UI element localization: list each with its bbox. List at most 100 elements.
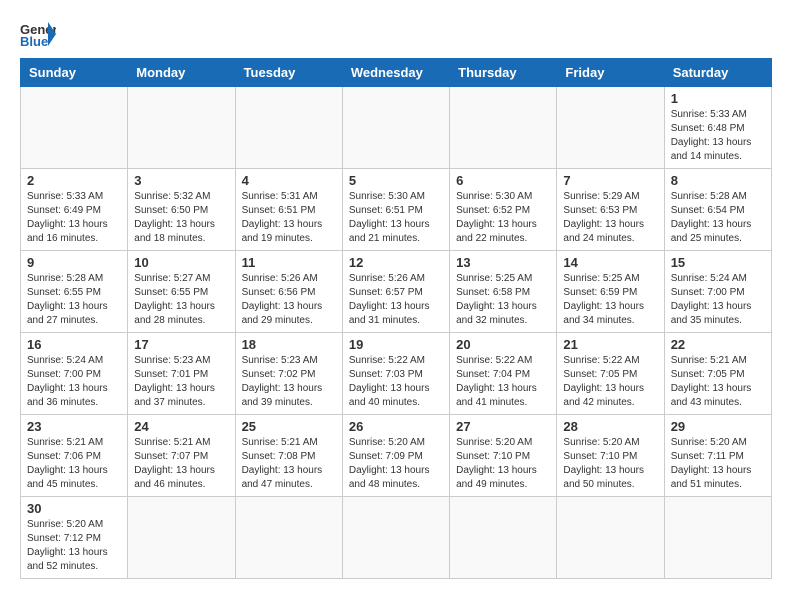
- calendar-cell: 10 Sunrise: 5:27 AM Sunset: 6:55 PM Dayli…: [128, 251, 235, 333]
- calendar-week-row: 1Sunrise: 5:33 AM Sunset: 6:48 PM Daylig…: [21, 87, 772, 169]
- calendar-cell: [342, 497, 449, 579]
- calendar-week-row: 23 Sunrise: 5:21 AM Sunset: 7:06 PM Dayli…: [21, 415, 772, 497]
- day-number: 19: [349, 337, 443, 352]
- day-number: 16: [27, 337, 121, 352]
- day-info: Sunrise: 5:21 AM Sunset: 7:05 PM Dayligh…: [671, 354, 765, 410]
- calendar-cell: [128, 87, 235, 169]
- day-info: Sunrise: 5:24 AM Sunset: 7:00 PM Dayligh…: [671, 272, 765, 328]
- calendar-cell: 4 Sunrise: 5:31 AM Sunset: 6:51 PM Daylig…: [235, 169, 342, 251]
- day-info: Sunrise: 5:26 AM Sunset: 6:56 PM Dayligh…: [242, 272, 336, 328]
- calendar-cell: [450, 87, 557, 169]
- calendar-cell: 26Sunrise: 5:20 AM Sunset: 7:09 PM Dayli…: [342, 415, 449, 497]
- day-number: 4: [242, 173, 336, 188]
- day-info: Sunrise: 5:23 AM Sunset: 7:02 PM Dayligh…: [242, 354, 336, 410]
- calendar-cell: 18 Sunrise: 5:23 AM Sunset: 7:02 PM Dayli…: [235, 333, 342, 415]
- day-info: Sunrise: 5:23 AM Sunset: 7:01 PM Dayligh…: [134, 354, 228, 410]
- calendar-body: 1Sunrise: 5:33 AM Sunset: 6:48 PM Daylig…: [21, 87, 772, 579]
- weekday-header-row: SundayMondayTuesdayWednesdayThursdayFrid…: [21, 59, 772, 87]
- day-info: Sunrise: 5:29 AM Sunset: 6:53 PM Dayligh…: [563, 190, 657, 246]
- logo-icon: General Blue: [20, 20, 56, 48]
- weekday-header-cell: Saturday: [664, 59, 771, 87]
- calendar-week-row: 16 Sunrise: 5:24 AM Sunset: 7:00 PM Dayli…: [21, 333, 772, 415]
- day-number: 14: [563, 255, 657, 270]
- day-info: Sunrise: 5:27 AM Sunset: 6:55 PM Dayligh…: [134, 272, 228, 328]
- calendar-cell: 6Sunrise: 5:30 AM Sunset: 6:52 PM Daylig…: [450, 169, 557, 251]
- day-number: 25: [242, 419, 336, 434]
- calendar-cell: [21, 87, 128, 169]
- calendar-cell: 8Sunrise: 5:28 AM Sunset: 6:54 PM Daylig…: [664, 169, 771, 251]
- calendar-cell: 25 Sunrise: 5:21 AM Sunset: 7:08 PM Dayli…: [235, 415, 342, 497]
- day-number: 17: [134, 337, 228, 352]
- calendar-cell: 11 Sunrise: 5:26 AM Sunset: 6:56 PM Dayli…: [235, 251, 342, 333]
- calendar-table: SundayMondayTuesdayWednesdayThursdayFrid…: [20, 58, 772, 579]
- calendar-cell: 29 Sunrise: 5:20 AM Sunset: 7:11 PM Dayli…: [664, 415, 771, 497]
- day-number: 27: [456, 419, 550, 434]
- day-number: 13: [456, 255, 550, 270]
- calendar-cell: 22 Sunrise: 5:21 AM Sunset: 7:05 PM Dayli…: [664, 333, 771, 415]
- day-number: 10: [134, 255, 228, 270]
- calendar-cell: [450, 497, 557, 579]
- calendar-cell: 7 Sunrise: 5:29 AM Sunset: 6:53 PM Daylig…: [557, 169, 664, 251]
- calendar-cell: [557, 497, 664, 579]
- calendar-week-row: 9Sunrise: 5:28 AM Sunset: 6:55 PM Daylig…: [21, 251, 772, 333]
- calendar-cell: 21 Sunrise: 5:22 AM Sunset: 7:05 PM Dayli…: [557, 333, 664, 415]
- calendar-cell: [128, 497, 235, 579]
- day-info: Sunrise: 5:28 AM Sunset: 6:55 PM Dayligh…: [27, 272, 121, 328]
- day-number: 12: [349, 255, 443, 270]
- day-info: Sunrise: 5:33 AM Sunset: 6:48 PM Dayligh…: [671, 108, 765, 164]
- calendar-cell: 2Sunrise: 5:33 AM Sunset: 6:49 PM Daylig…: [21, 169, 128, 251]
- calendar-cell: 16 Sunrise: 5:24 AM Sunset: 7:00 PM Dayli…: [21, 333, 128, 415]
- day-info: Sunrise: 5:21 AM Sunset: 7:06 PM Dayligh…: [27, 436, 121, 492]
- day-number: 18: [242, 337, 336, 352]
- day-info: Sunrise: 5:20 AM Sunset: 7:09 PM Dayligh…: [349, 436, 443, 492]
- day-number: 20: [456, 337, 550, 352]
- weekday-header-cell: Thursday: [450, 59, 557, 87]
- weekday-header-cell: Tuesday: [235, 59, 342, 87]
- svg-text:Blue: Blue: [20, 34, 48, 48]
- calendar-cell: 30Sunrise: 5:20 AM Sunset: 7:12 PM Dayli…: [21, 497, 128, 579]
- day-number: 3: [134, 173, 228, 188]
- day-info: Sunrise: 5:25 AM Sunset: 6:59 PM Dayligh…: [563, 272, 657, 328]
- calendar-cell: 15 Sunrise: 5:24 AM Sunset: 7:00 PM Dayli…: [664, 251, 771, 333]
- calendar-cell: 12 Sunrise: 5:26 AM Sunset: 6:57 PM Dayli…: [342, 251, 449, 333]
- weekday-header-cell: Friday: [557, 59, 664, 87]
- day-number: 21: [563, 337, 657, 352]
- weekday-header-cell: Monday: [128, 59, 235, 87]
- weekday-header-cell: Sunday: [21, 59, 128, 87]
- page-header: General Blue: [20, 20, 772, 48]
- calendar-cell: [235, 87, 342, 169]
- calendar-cell: [342, 87, 449, 169]
- day-info: Sunrise: 5:31 AM Sunset: 6:51 PM Dayligh…: [242, 190, 336, 246]
- day-number: 28: [563, 419, 657, 434]
- weekday-header-cell: Wednesday: [342, 59, 449, 87]
- calendar-cell: [557, 87, 664, 169]
- day-info: Sunrise: 5:30 AM Sunset: 6:51 PM Dayligh…: [349, 190, 443, 246]
- day-info: Sunrise: 5:32 AM Sunset: 6:50 PM Dayligh…: [134, 190, 228, 246]
- day-number: 30: [27, 501, 121, 516]
- day-info: Sunrise: 5:26 AM Sunset: 6:57 PM Dayligh…: [349, 272, 443, 328]
- calendar-cell: 27Sunrise: 5:20 AM Sunset: 7:10 PM Dayli…: [450, 415, 557, 497]
- day-number: 11: [242, 255, 336, 270]
- day-info: Sunrise: 5:22 AM Sunset: 7:05 PM Dayligh…: [563, 354, 657, 410]
- day-number: 15: [671, 255, 765, 270]
- calendar-week-row: 30Sunrise: 5:20 AM Sunset: 7:12 PM Dayli…: [21, 497, 772, 579]
- day-info: Sunrise: 5:22 AM Sunset: 7:04 PM Dayligh…: [456, 354, 550, 410]
- day-number: 24: [134, 419, 228, 434]
- day-number: 5: [349, 173, 443, 188]
- calendar-cell: 9Sunrise: 5:28 AM Sunset: 6:55 PM Daylig…: [21, 251, 128, 333]
- day-info: Sunrise: 5:20 AM Sunset: 7:11 PM Dayligh…: [671, 436, 765, 492]
- calendar-cell: 19Sunrise: 5:22 AM Sunset: 7:03 PM Dayli…: [342, 333, 449, 415]
- calendar-cell: 20 Sunrise: 5:22 AM Sunset: 7:04 PM Dayli…: [450, 333, 557, 415]
- day-number: 29: [671, 419, 765, 434]
- day-info: Sunrise: 5:20 AM Sunset: 7:10 PM Dayligh…: [563, 436, 657, 492]
- day-number: 23: [27, 419, 121, 434]
- calendar-cell: 17 Sunrise: 5:23 AM Sunset: 7:01 PM Dayli…: [128, 333, 235, 415]
- calendar-cell: 14 Sunrise: 5:25 AM Sunset: 6:59 PM Dayli…: [557, 251, 664, 333]
- day-info: Sunrise: 5:24 AM Sunset: 7:00 PM Dayligh…: [27, 354, 121, 410]
- day-info: Sunrise: 5:21 AM Sunset: 7:08 PM Dayligh…: [242, 436, 336, 492]
- calendar-cell: 3 Sunrise: 5:32 AM Sunset: 6:50 PM Daylig…: [128, 169, 235, 251]
- day-number: 6: [456, 173, 550, 188]
- calendar-cell: [664, 497, 771, 579]
- day-number: 22: [671, 337, 765, 352]
- day-number: 7: [563, 173, 657, 188]
